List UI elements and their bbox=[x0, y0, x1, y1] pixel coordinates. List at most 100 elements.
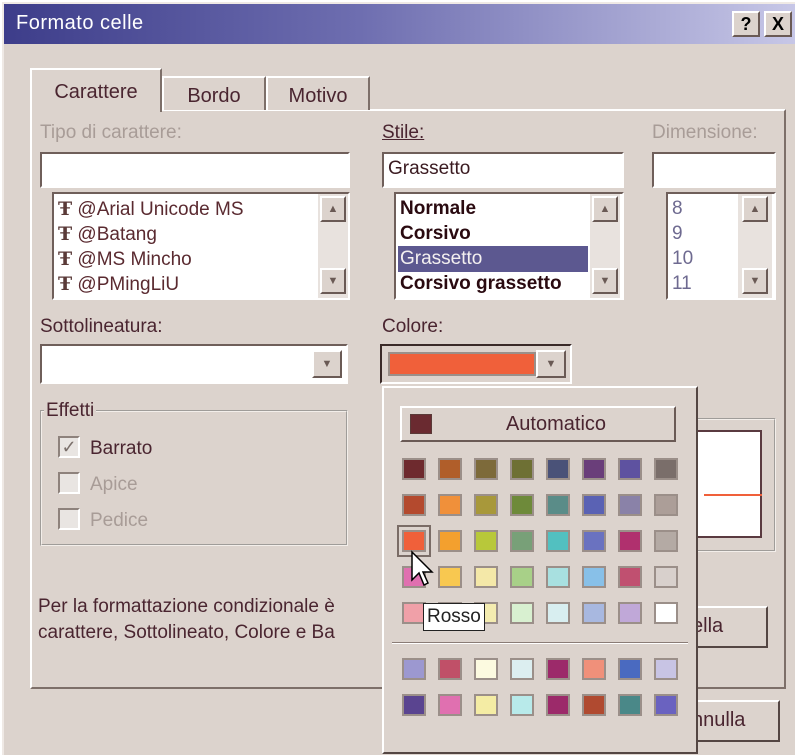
size-list-item[interactable]: 9 bbox=[672, 221, 683, 247]
style-list-item-selected[interactable]: Grassetto bbox=[398, 246, 588, 272]
color-swatch[interactable] bbox=[438, 494, 462, 516]
scroll-down-icon[interactable]: ▼ bbox=[592, 268, 618, 294]
chevron-down-icon[interactable]: ▼ bbox=[536, 350, 566, 378]
color-swatch[interactable] bbox=[582, 602, 606, 624]
font-list-item[interactable]: Ŧ @Arial Unicode MS bbox=[58, 196, 244, 222]
color-swatch[interactable] bbox=[402, 494, 426, 516]
color-swatch[interactable] bbox=[582, 530, 606, 552]
color-swatch[interactable] bbox=[474, 694, 498, 716]
underline-select[interactable]: ▼ bbox=[40, 344, 348, 384]
tab-carattere[interactable]: Carattere bbox=[30, 68, 162, 112]
font-list[interactable]: Ŧ @Arial Unicode MS Ŧ @Batang Ŧ @MS Minc… bbox=[52, 192, 350, 300]
scroll-down-icon[interactable]: ▼ bbox=[742, 268, 768, 294]
scroll-up-icon[interactable]: ▲ bbox=[742, 196, 768, 222]
color-swatch[interactable] bbox=[582, 566, 606, 588]
color-swatch[interactable] bbox=[474, 458, 498, 480]
color-swatch[interactable] bbox=[618, 658, 642, 680]
color-swatch[interactable] bbox=[510, 602, 534, 624]
color-swatch[interactable] bbox=[438, 458, 462, 480]
color-swatch[interactable] bbox=[510, 658, 534, 680]
color-swatch[interactable] bbox=[582, 658, 606, 680]
color-swatch[interactable] bbox=[510, 494, 534, 516]
title-bar[interactable]: Formato celle ? X bbox=[4, 4, 795, 44]
color-swatch[interactable] bbox=[618, 530, 642, 552]
color-swatch[interactable] bbox=[438, 658, 462, 680]
color-swatch[interactable] bbox=[654, 694, 678, 716]
color-swatch[interactable] bbox=[474, 566, 498, 588]
color-swatch[interactable] bbox=[438, 530, 462, 552]
color-swatch[interactable] bbox=[402, 458, 426, 480]
color-swatch[interactable] bbox=[654, 658, 678, 680]
color-swatch[interactable] bbox=[654, 602, 678, 624]
style-list[interactable]: Normale Corsivo Grassetto Corsivo grasse… bbox=[394, 192, 624, 300]
color-swatch[interactable] bbox=[618, 458, 642, 480]
color-swatch[interactable] bbox=[546, 566, 570, 588]
color-swatch[interactable] bbox=[618, 494, 642, 516]
style-list-item[interactable]: Corsivo grassetto bbox=[400, 271, 562, 297]
style-scrollbar[interactable]: ▲ ▼ bbox=[590, 194, 620, 298]
size-input[interactable] bbox=[652, 152, 776, 188]
color-swatch[interactable] bbox=[438, 566, 462, 588]
color-select[interactable]: ▼ bbox=[380, 344, 572, 384]
color-swatch[interactable] bbox=[402, 658, 426, 680]
checkbox-superscript[interactable] bbox=[58, 472, 80, 494]
font-input[interactable] bbox=[40, 152, 350, 188]
style-list-item[interactable]: Corsivo bbox=[400, 221, 471, 247]
color-swatch[interactable] bbox=[474, 530, 498, 552]
size-list-item[interactable]: 11 bbox=[672, 271, 692, 297]
chevron-down-icon[interactable]: ▼ bbox=[312, 350, 342, 378]
scroll-up-icon[interactable]: ▲ bbox=[592, 196, 618, 222]
color-swatch[interactable] bbox=[510, 530, 534, 552]
color-swatch[interactable] bbox=[474, 494, 498, 516]
style-input[interactable]: Grassetto bbox=[382, 152, 624, 188]
style-list-item[interactable]: Normale bbox=[400, 196, 476, 222]
color-swatch[interactable] bbox=[438, 694, 462, 716]
color-swatch[interactable] bbox=[510, 566, 534, 588]
font-label: Tipo di carattere: bbox=[40, 122, 182, 143]
color-swatch[interactable] bbox=[654, 494, 678, 516]
font-list-item[interactable]: Ŧ @Batang bbox=[58, 221, 157, 247]
color-swatch[interactable] bbox=[546, 602, 570, 624]
color-swatch[interactable] bbox=[582, 694, 606, 716]
checkbox-strikethrough[interactable]: ✓ bbox=[58, 436, 80, 458]
color-label: Colore: bbox=[382, 316, 444, 337]
color-swatch[interactable] bbox=[546, 494, 570, 516]
font-list-item[interactable]: Ŧ @PMingLiU bbox=[58, 271, 179, 297]
color-swatch[interactable] bbox=[546, 530, 570, 552]
automatic-color-button[interactable]: Automatico bbox=[400, 406, 676, 442]
color-swatch[interactable] bbox=[654, 566, 678, 588]
tab-bordo[interactable]: Bordo bbox=[162, 76, 266, 110]
truetype-font-icon: Ŧ bbox=[58, 223, 73, 245]
color-swatch[interactable] bbox=[397, 525, 431, 557]
tab-motivo[interactable]: Motivo bbox=[266, 76, 370, 110]
color-swatch[interactable] bbox=[654, 458, 678, 480]
font-item-label: @Batang bbox=[77, 224, 157, 245]
color-swatch[interactable] bbox=[546, 658, 570, 680]
font-item-label: @PMingLiU bbox=[77, 274, 180, 295]
font-list-item[interactable]: Ŧ @MS Mincho bbox=[58, 246, 192, 272]
color-swatch[interactable] bbox=[510, 694, 534, 716]
color-swatch[interactable] bbox=[582, 458, 606, 480]
color-swatch[interactable] bbox=[402, 694, 426, 716]
color-swatch[interactable] bbox=[546, 694, 570, 716]
scroll-up-icon[interactable]: ▲ bbox=[320, 196, 346, 222]
size-scrollbar[interactable]: ▲ ▼ bbox=[738, 194, 772, 298]
color-swatch[interactable] bbox=[654, 530, 678, 552]
color-swatch[interactable] bbox=[546, 458, 570, 480]
color-swatch[interactable] bbox=[510, 458, 534, 480]
help-button[interactable]: ? bbox=[732, 11, 760, 37]
color-swatch[interactable] bbox=[618, 694, 642, 716]
color-swatch[interactable] bbox=[618, 602, 642, 624]
size-list-item[interactable]: 10 bbox=[672, 246, 693, 272]
color-swatch[interactable] bbox=[618, 566, 642, 588]
color-swatch[interactable] bbox=[474, 658, 498, 680]
close-button[interactable]: X bbox=[764, 11, 792, 37]
conditional-note-line1: Per la formattazione condizionale è bbox=[38, 596, 335, 617]
size-list-item[interactable]: 8 bbox=[672, 196, 683, 222]
color-swatch[interactable] bbox=[582, 494, 606, 516]
underline-label: Sottolineatura: bbox=[40, 316, 163, 337]
size-list[interactable]: 8 9 10 11 ▲ ▼ bbox=[666, 192, 776, 300]
checkbox-subscript[interactable] bbox=[58, 508, 80, 530]
font-scrollbar[interactable]: ▲ ▼ bbox=[318, 194, 348, 298]
scroll-down-icon[interactable]: ▼ bbox=[320, 268, 346, 294]
